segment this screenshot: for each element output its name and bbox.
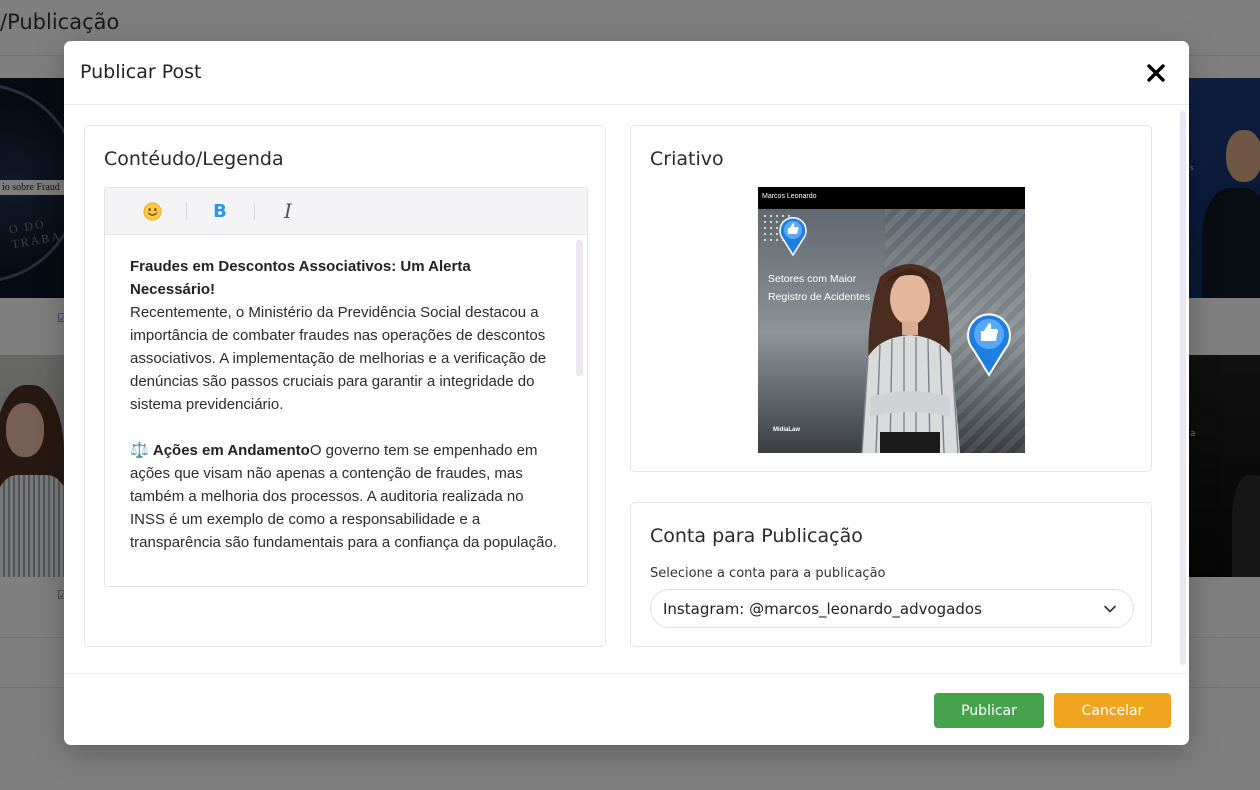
creative-image: Marcos Leonardo Setores com Maior Regist… bbox=[758, 187, 1025, 453]
content-card-title: Contéudo/Legenda bbox=[104, 148, 284, 170]
italic-button[interactable]: I bbox=[277, 198, 299, 224]
modal-body: Contéudo/Legenda B I Fraudes em Desconto… bbox=[64, 105, 1189, 673]
caption-paragraph: Recentemente, o Ministério da Previdênci… bbox=[130, 304, 547, 413]
caption-editor[interactable]: B I Fraudes em Descontos Associativos: U… bbox=[104, 187, 588, 587]
chevron-down-icon bbox=[1104, 605, 1116, 613]
account-card-title: Conta para Publicação bbox=[650, 525, 863, 547]
modal-scrollbar[interactable] bbox=[1180, 111, 1186, 665]
close-icon bbox=[1147, 64, 1165, 82]
editor-scrollbar[interactable] bbox=[576, 240, 583, 376]
creative-top-label: Marcos Leonardo bbox=[758, 187, 1025, 209]
publish-post-modal: Publicar Post Contéudo/Legenda B I Fraud… bbox=[64, 41, 1189, 745]
caption-text[interactable]: Fraudes em Descontos Associativos: Um Al… bbox=[105, 235, 587, 586]
emoji-button[interactable] bbox=[141, 198, 163, 224]
creative-card-title: Criativo bbox=[650, 148, 724, 170]
thumbs-up-pin-icon bbox=[967, 313, 1011, 377]
modal-title: Publicar Post bbox=[80, 61, 202, 83]
thumbs-up-pin-icon bbox=[779, 216, 807, 257]
toolbar-separator bbox=[186, 203, 187, 220]
toolbar-separator bbox=[254, 203, 255, 220]
publish-button[interactable]: Publicar bbox=[934, 693, 1044, 728]
account-select-value: Instagram: @marcos_leonardo_advogados bbox=[663, 600, 982, 618]
account-select-label: Selecione a conta para a publicação bbox=[650, 566, 886, 581]
creative-brand: MidiaLaw bbox=[773, 427, 801, 433]
caption-section-heading: Ações em Andamento bbox=[152, 442, 310, 459]
cancel-button[interactable]: Cancelar bbox=[1054, 693, 1171, 728]
close-button[interactable] bbox=[1141, 58, 1171, 88]
creative-headline: Setores com Maior Registro de Acidentes bbox=[768, 273, 871, 303]
account-select[interactable]: Instagram: @marcos_leonardo_advogados bbox=[650, 589, 1134, 628]
smile-emoji-icon bbox=[142, 201, 162, 221]
editor-toolbar: B I bbox=[105, 188, 587, 235]
bold-icon: B bbox=[213, 200, 227, 222]
creative-card: Criativo Marcos Leonardo Setores com Mai… bbox=[630, 125, 1152, 472]
scales-icon: ⚖️ bbox=[130, 442, 149, 459]
caption-heading: Fraudes em Descontos Associativos: Um Al… bbox=[130, 258, 471, 298]
modal-footer: Publicar Cancelar bbox=[64, 673, 1189, 745]
bold-button[interactable]: B bbox=[209, 198, 231, 224]
modal-header: Publicar Post bbox=[64, 41, 1189, 105]
content-card: Contéudo/Legenda B I Fraudes em Desconto… bbox=[84, 125, 606, 647]
italic-icon: I bbox=[284, 199, 292, 223]
account-card: Conta para Publicação Selecione a conta … bbox=[630, 502, 1152, 647]
